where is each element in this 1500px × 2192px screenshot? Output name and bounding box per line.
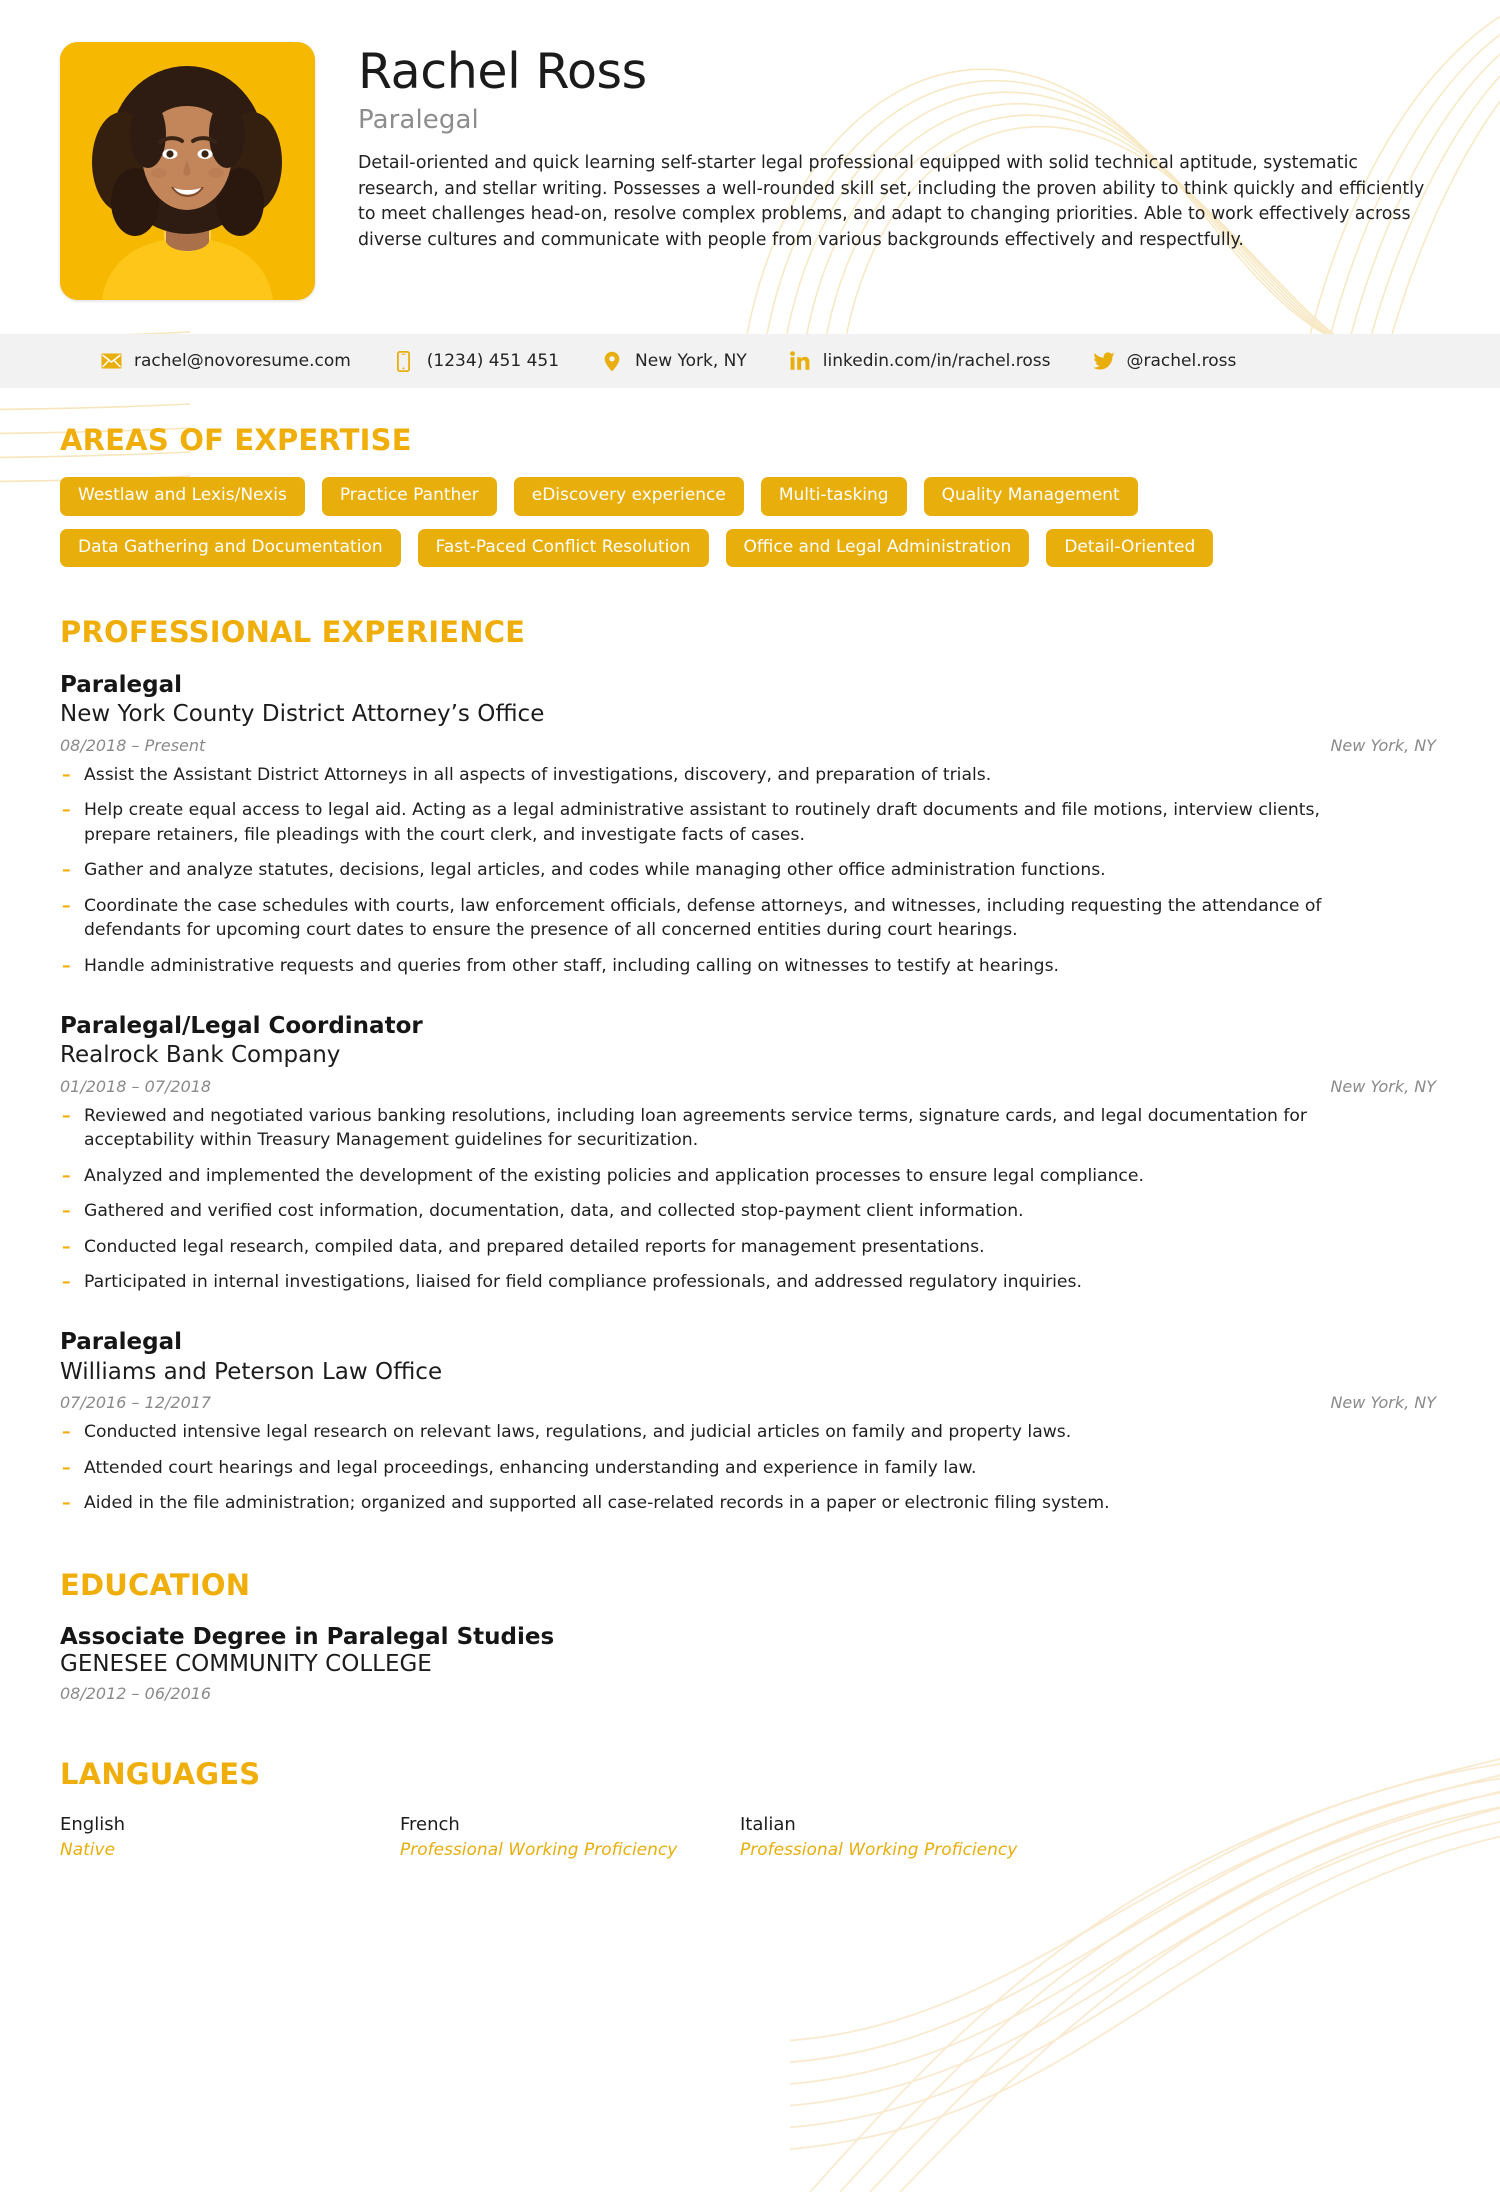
portrait-illustration	[60, 42, 315, 300]
experience-company: Realrock Bank Company	[60, 1042, 341, 1069]
experience-location: New York, NY	[1330, 736, 1436, 756]
language-name: English	[60, 1813, 125, 1835]
experience-bullet: Aided in the file administration; organi…	[60, 1491, 1390, 1516]
experience-bullet-list: Conducted intensive legal research on re…	[60, 1420, 1440, 1516]
experience-role: Paralegal/Legal Coordinator	[60, 1012, 423, 1039]
header-job-title: Paralegal	[358, 104, 479, 135]
languages-list: English Native French Professional Worki…	[60, 1813, 1440, 1861]
experience-bullet: Analyzed and implemented the development…	[60, 1164, 1390, 1189]
page-title: Rachel Ross	[358, 43, 647, 100]
language-level: Professional Working Proficiency	[740, 1840, 1018, 1861]
experience-role: Paralegal	[60, 672, 182, 699]
skill-tag[interactable]: Office and Legal Administration	[725, 528, 1030, 568]
skill-tag[interactable]: Multi-tasking	[760, 477, 907, 516]
linkedin-icon	[789, 350, 811, 372]
experience-entry: Paralegal/Legal Coordinator Realrock Ban…	[60, 1012, 1440, 1295]
skills-tag-list: Westlaw and Lexis/Nexis Practice Panther…	[60, 477, 1440, 568]
contact-linkedin[interactable]: linkedin.com/in/rachel.ross	[789, 350, 1051, 372]
skill-tag[interactable]: Quality Management	[923, 477, 1138, 516]
section-heading-education: EDUCATION	[60, 1567, 251, 1602]
section-heading-areas: AREAS OF EXPERTISE	[60, 423, 412, 457]
language-entry: English Native	[60, 1813, 400, 1861]
education-dates: 08/2012 – 06/2016	[60, 1683, 212, 1703]
experience-bullet: Attended court hearings and legal procee…	[60, 1456, 1390, 1481]
experience-dates: 08/2018 – Present	[60, 736, 206, 756]
experience-entry: Paralegal New York County District Attor…	[60, 671, 1440, 978]
contact-bar: rachel@novoresume.com (1234) 451 451 New…	[0, 334, 1500, 388]
resume-body: AREAS OF EXPERTISE Westlaw and Lexis/Nex…	[0, 388, 1500, 1861]
phone-icon	[393, 350, 415, 372]
header-text-block: Rachel Ross Paralegal Detail-oriented an…	[315, 42, 1440, 253]
contact-email-value: rachel@novoresume.com	[134, 351, 351, 371]
experience-bullet: Gathered and verified cost information, …	[60, 1199, 1390, 1224]
experience-bullet: Help create equal access to legal aid. A…	[60, 798, 1390, 847]
experience-dates: 01/2018 – 07/2018	[60, 1076, 212, 1096]
experience-company: New York County District Attorney’s Offi…	[60, 701, 545, 728]
location-pin-icon	[601, 350, 623, 372]
language-entry: Italian Professional Working Proficiency	[740, 1813, 1080, 1861]
contact-phone[interactable]: (1234) 451 451	[393, 350, 559, 372]
experience-location: New York, NY	[1330, 1076, 1436, 1096]
skill-tag[interactable]: Practice Panther	[321, 477, 497, 516]
experience-bullet-list: Assist the Assistant District Attorneys …	[60, 763, 1440, 978]
section-professional-experience: PROFESSIONAL EXPERIENCE Paralegal New Yo…	[60, 567, 1440, 1516]
experience-meta: 08/2018 – Present New York, NY	[60, 736, 1440, 755]
contact-email[interactable]: rachel@novoresume.com	[100, 350, 351, 372]
envelope-icon	[100, 350, 122, 372]
education-degree: Associate Degree in Paralegal Studies	[60, 1623, 555, 1650]
section-heading-experience: PROFESSIONAL EXPERIENCE	[60, 615, 526, 650]
contact-location-value: New York, NY	[635, 351, 747, 371]
language-level: Professional Working Proficiency	[400, 1840, 678, 1861]
language-name: Italian	[740, 1813, 796, 1835]
language-name: French	[400, 1813, 460, 1835]
experience-bullet: Conducted legal research, compiled data,…	[60, 1235, 1390, 1260]
experience-company: Williams and Peterson Law Office	[60, 1358, 443, 1385]
experience-role: Paralegal	[60, 1329, 182, 1356]
contact-linkedin-value: linkedin.com/in/rachel.ross	[822, 351, 1051, 371]
contact-location[interactable]: New York, NY	[601, 350, 747, 372]
profile-summary: Detail-oriented and quick learning self-…	[358, 152, 1425, 250]
section-education: EDUCATION Associate Degree in Paralegal …	[60, 1516, 1440, 1703]
skill-tag[interactable]: Westlaw and Lexis/Nexis	[60, 477, 305, 516]
experience-dates: 07/2016 – 12/2017	[60, 1393, 212, 1413]
experience-bullet: Assist the Assistant District Attorneys …	[60, 763, 1390, 788]
section-heading-languages: LANGUAGES	[60, 1756, 261, 1791]
experience-bullet-list: Reviewed and negotiated various banking …	[60, 1104, 1440, 1295]
experience-bullet: Reviewed and negotiated various banking …	[60, 1104, 1390, 1153]
contact-twitter[interactable]: @rachel.ross	[1092, 350, 1237, 372]
resume-header: Rachel Ross Paralegal Detail-oriented an…	[0, 0, 1500, 312]
section-languages: LANGUAGES English Native French Professi…	[60, 1703, 1440, 1861]
contact-phone-value: (1234) 451 451	[426, 351, 560, 371]
skill-tag[interactable]: eDiscovery experience	[513, 477, 744, 516]
experience-bullet: Participated in internal investigations,…	[60, 1270, 1390, 1295]
education-school: GENESEE COMMUNITY COLLEGE	[60, 1650, 432, 1677]
experience-bullet: Handle administrative requests and queri…	[60, 954, 1390, 979]
experience-location: New York, NY	[1330, 1393, 1436, 1413]
experience-entry: Paralegal Williams and Peterson Law Offi…	[60, 1328, 1440, 1516]
twitter-icon	[1092, 350, 1115, 372]
experience-bullet: Coordinate the case schedules with court…	[60, 894, 1390, 943]
section-areas-of-expertise: AREAS OF EXPERTISE Westlaw and Lexis/Nex…	[60, 388, 1440, 568]
experience-bullet: Gather and analyze statutes, decisions, …	[60, 858, 1390, 883]
education-entry: Associate Degree in Paralegal Studies GE…	[60, 1624, 1440, 1703]
experience-meta: 07/2016 – 12/2017 New York, NY	[60, 1393, 1440, 1412]
skill-tag[interactable]: Fast-Paced Conflict Resolution	[417, 528, 709, 568]
experience-bullet: Conducted intensive legal research on re…	[60, 1420, 1390, 1445]
skill-tag[interactable]: Detail-Oriented	[1046, 528, 1214, 568]
language-entry: French Professional Working Proficiency	[400, 1813, 740, 1861]
skill-tag[interactable]: Data Gathering and Documentation	[60, 528, 401, 568]
language-level: Native	[60, 1840, 116, 1861]
profile-photo	[60, 42, 315, 300]
contact-twitter-value: @rachel.ross	[1126, 351, 1237, 371]
experience-meta: 01/2018 – 07/2018 New York, NY	[60, 1077, 1440, 1096]
